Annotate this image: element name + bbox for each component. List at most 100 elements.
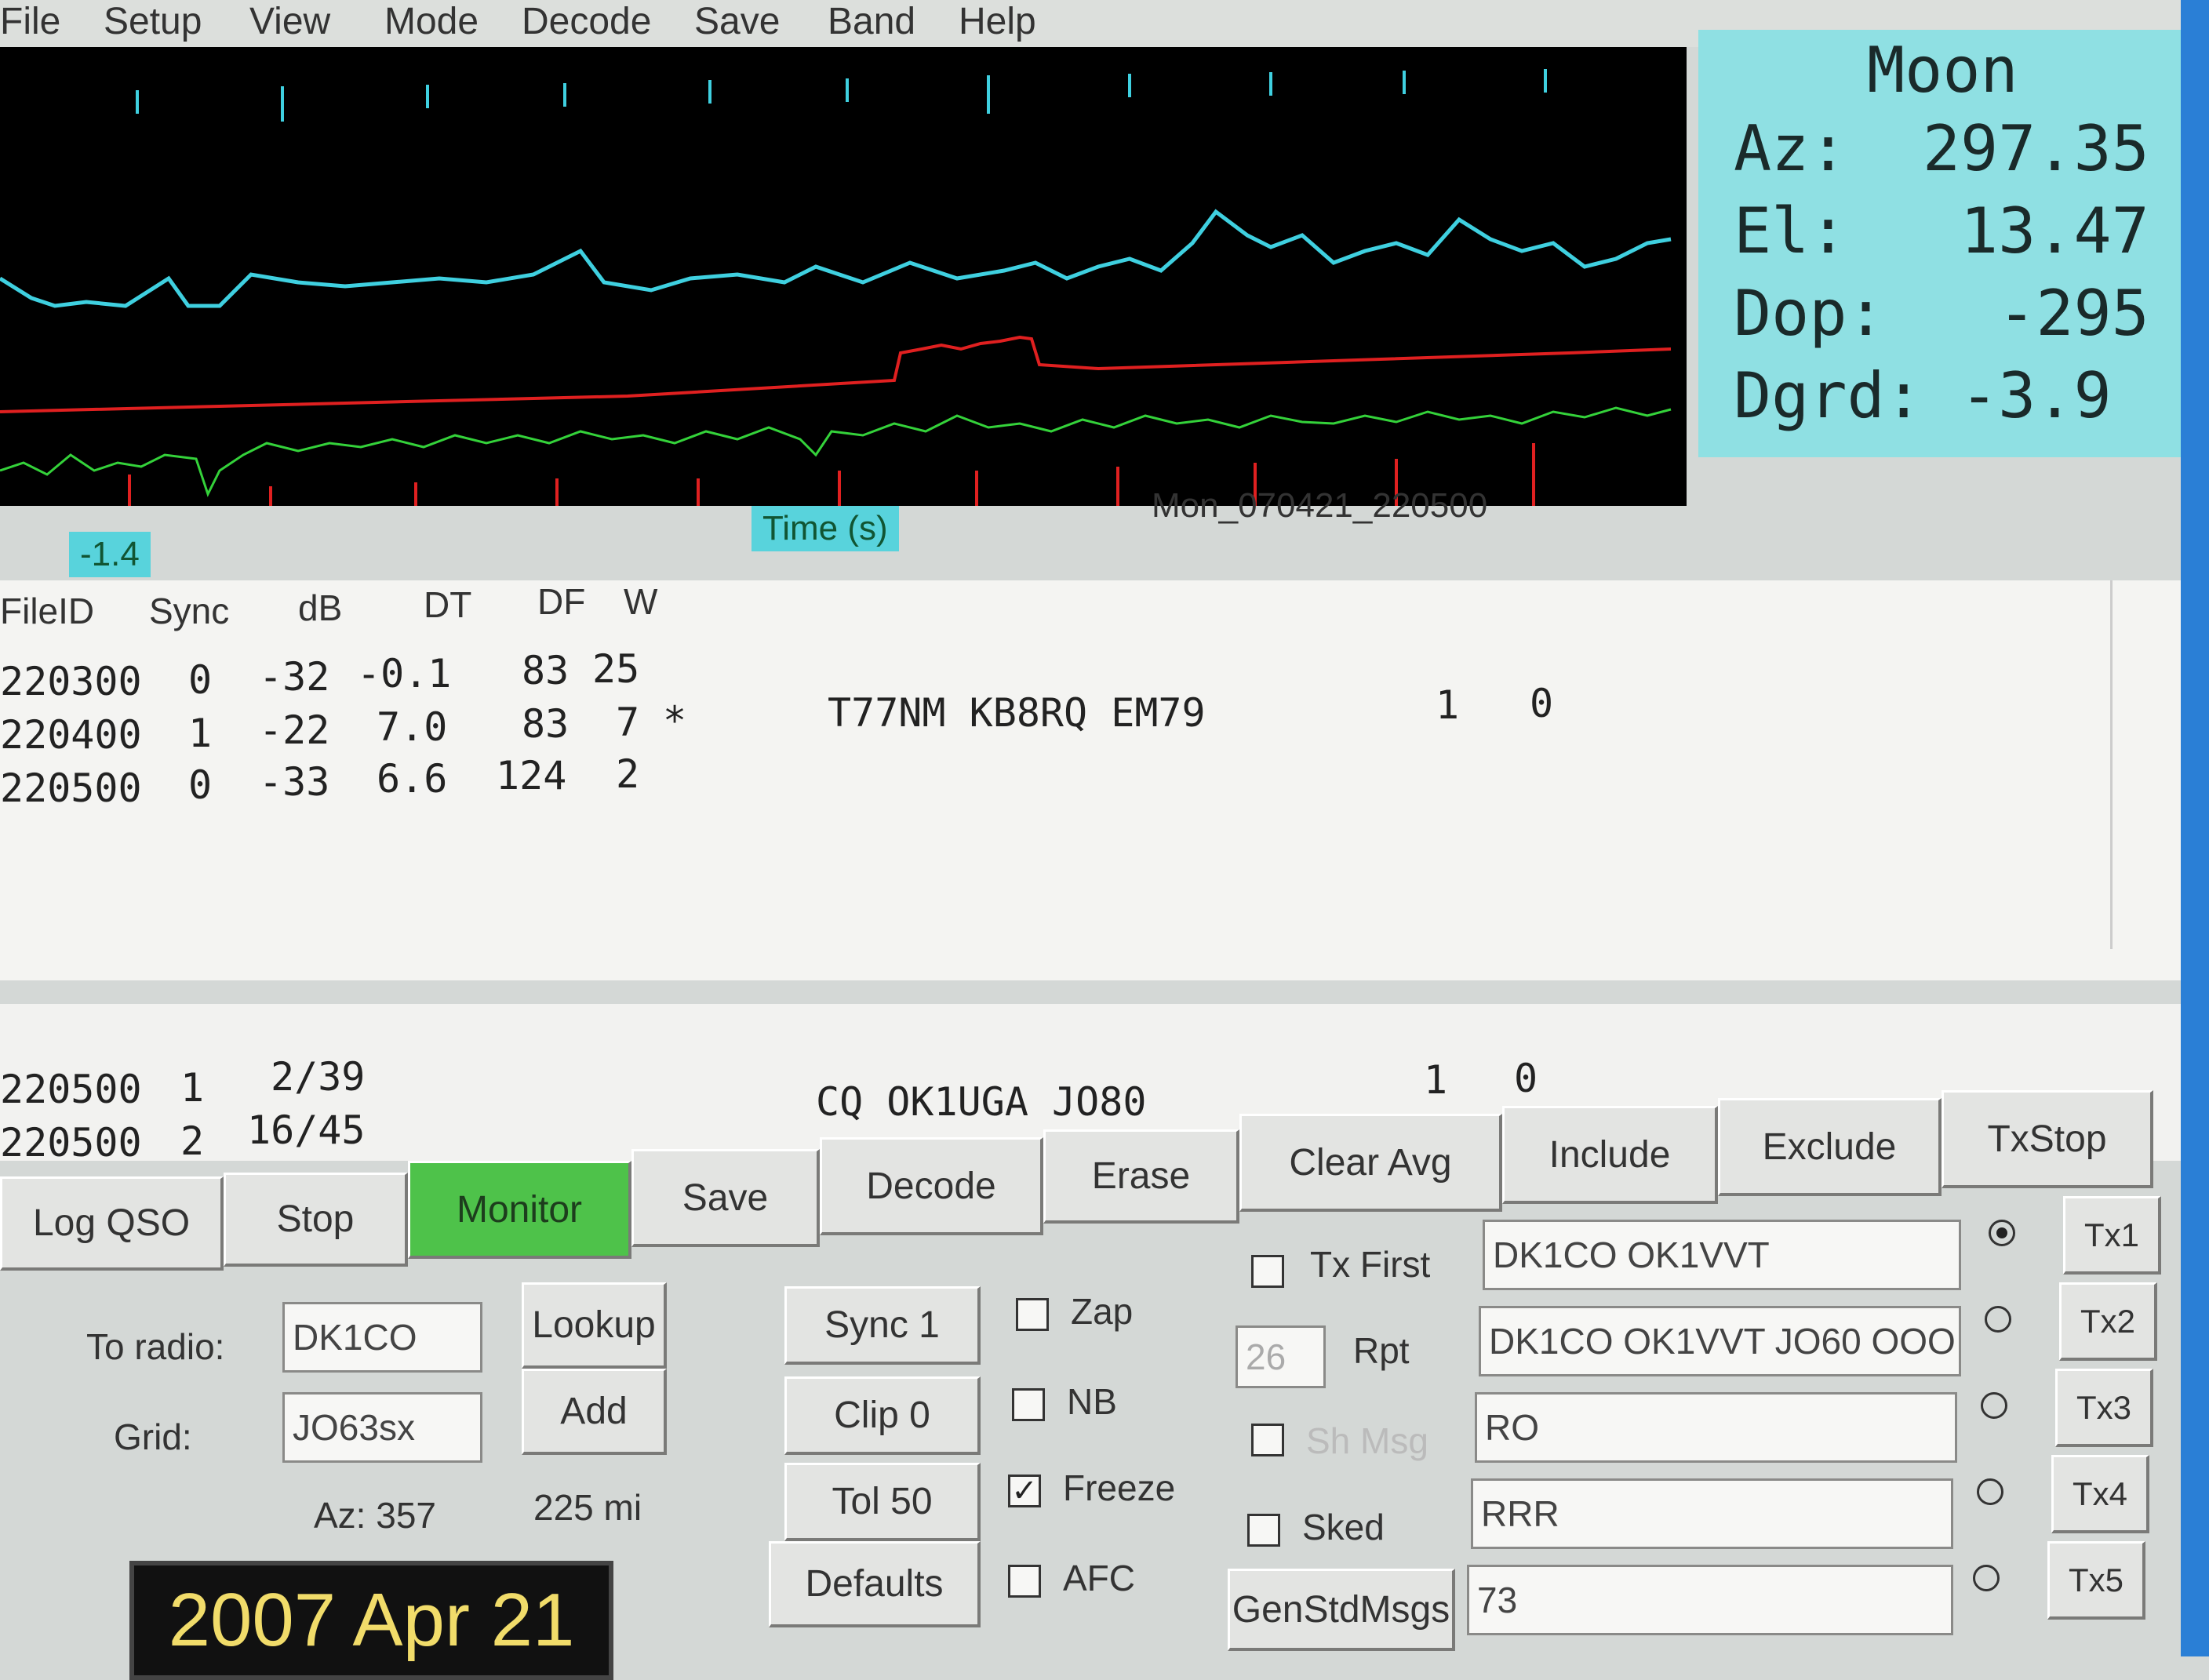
lookup-button[interactable]: Lookup <box>522 1282 667 1369</box>
sked-label: Sked <box>1302 1507 1385 1547</box>
log-qso-button[interactable]: Log QSO <box>0 1176 224 1271</box>
menu-decode[interactable]: Decode <box>522 0 651 43</box>
grid-label: Grid: <box>114 1416 192 1457</box>
zap-checkbox[interactable] <box>1016 1298 1049 1331</box>
menu-view[interactable]: View <box>249 0 330 43</box>
moon-dop: Dop: -295 <box>1734 277 2149 350</box>
clip-spinner[interactable]: Clip 0 <box>784 1376 981 1455</box>
moon-panel: Moon Az: 297.35 El: 13.47 Dop: -295 Dgrd… <box>1698 30 2189 457</box>
header-w: W <box>624 581 658 622</box>
moon-title: Moon <box>1867 34 2018 107</box>
cell-db: -33 <box>259 759 330 805</box>
tx1-button[interactable]: Tx1 <box>2063 1196 2161 1275</box>
cell-sync: 1 <box>188 711 213 756</box>
avg-fileid: 220500 <box>0 1067 142 1112</box>
rpt-label: Rpt <box>1353 1330 1410 1371</box>
cell-fileid: 220300 <box>0 659 142 704</box>
sync-spinner[interactable]: Sync 1 <box>784 1286 981 1365</box>
decoded-text-area[interactable]: FileID Sync dB DT DF W 220300 0 -32 -0.1… <box>0 580 2181 980</box>
red-trace <box>0 335 1672 413</box>
avg-b: 16/45 <box>247 1107 366 1153</box>
sh-msg-checkbox[interactable] <box>1251 1424 1284 1456</box>
scrollbar[interactable] <box>2110 580 2160 949</box>
grid-field[interactable]: JO63sx <box>282 1392 482 1463</box>
cell-w: 25 <box>592 646 640 692</box>
top-ticks <box>136 69 1547 122</box>
tx5-message-field[interactable]: 73 <box>1467 1565 1953 1635</box>
exclude-button[interactable]: Exclude <box>1718 1098 1942 1196</box>
cell-dt: 7.0 <box>377 704 448 750</box>
cell-dt: 6.6 <box>377 756 448 802</box>
avg-a: 2 <box>180 1118 205 1164</box>
signal-plot-svg <box>0 69 1672 506</box>
header-df: DF <box>537 581 586 622</box>
freeze-checkbox[interactable]: ✓ <box>1008 1475 1041 1507</box>
sh-msg-label: Sh Msg <box>1306 1420 1428 1461</box>
stop-button[interactable]: Stop <box>224 1173 408 1267</box>
add-button[interactable]: Add <box>522 1369 667 1455</box>
green-trace <box>0 406 1672 497</box>
tx1-message-field[interactable]: DK1CO OK1VVT <box>1483 1220 1961 1290</box>
rpt-field[interactable]: 26 <box>1236 1325 1326 1388</box>
avg-n1: 1 <box>1424 1057 1448 1103</box>
menu-mode[interactable]: Mode <box>384 0 479 43</box>
header-sync: Sync <box>149 591 230 631</box>
afc-label: AFC <box>1063 1558 1135 1598</box>
cell-message: T77NM KB8RQ EM79 <box>828 690 1206 736</box>
tx2-radio[interactable] <box>1985 1306 2011 1333</box>
tx4-radio[interactable] <box>1977 1478 2003 1505</box>
tx5-button[interactable]: Tx5 <box>2047 1541 2145 1620</box>
tx1-radio[interactable] <box>1989 1220 2015 1246</box>
moon-az: Az: 297.35 <box>1734 112 2149 185</box>
avg-n2: 0 <box>1514 1056 1538 1101</box>
cell-dt: -0.1 <box>357 651 452 696</box>
header-fileid: FileID <box>0 591 95 631</box>
tol-spinner[interactable]: Tol 50 <box>784 1463 981 1541</box>
menu-band[interactable]: Band <box>828 0 915 43</box>
afc-checkbox[interactable] <box>1008 1565 1041 1598</box>
tx2-button[interactable]: Tx2 <box>2059 1282 2157 1361</box>
tx4-button[interactable]: Tx4 <box>2051 1455 2149 1533</box>
header-db: dB <box>298 587 343 628</box>
menu-setup[interactable]: Setup <box>104 0 202 43</box>
menu-file[interactable]: File <box>0 0 60 43</box>
tx5-radio[interactable] <box>1973 1565 2000 1591</box>
date-display: 2007 Apr 21 <box>129 1561 613 1680</box>
cyan-trace <box>0 209 1672 308</box>
tx3-button[interactable]: Tx3 <box>2055 1369 2153 1447</box>
save-button[interactable]: Save <box>631 1149 820 1247</box>
tx4-message-field[interactable]: RRR <box>1471 1478 1953 1549</box>
gen-std-msgs-button[interactable]: GenStdMsgs <box>1228 1569 1455 1651</box>
dt-value: -1.4 <box>69 532 151 577</box>
defaults-button[interactable]: Defaults <box>769 1541 981 1627</box>
desktop-edge <box>2181 0 2209 1656</box>
zap-label: Zap <box>1071 1291 1134 1332</box>
txstop-button[interactable]: TxStop <box>1942 1090 2153 1188</box>
moon-el: El: 13.47 <box>1734 195 2149 267</box>
menu-help[interactable]: Help <box>959 0 1036 43</box>
cell-df: 124 <box>496 753 567 798</box>
nb-checkbox[interactable] <box>1012 1388 1045 1421</box>
signal-plot[interactable] <box>0 47 1687 506</box>
tx3-message-field[interactable]: RO <box>1475 1392 1957 1463</box>
tx2-message-field[interactable]: DK1CO OK1VVT JO60 OOO <box>1479 1306 1961 1376</box>
decode-button[interactable]: Decode <box>820 1137 1043 1235</box>
tx3-radio[interactable] <box>1981 1392 2007 1419</box>
file-name: Mon_070421_220500 <box>1152 486 1488 525</box>
monitor-button[interactable]: Monitor <box>408 1161 631 1259</box>
freeze-label: Freeze <box>1063 1467 1176 1508</box>
erase-button[interactable]: Erase <box>1043 1129 1239 1224</box>
to-radio-field[interactable]: DK1CO <box>282 1302 482 1373</box>
clear-avg-button[interactable]: Clear Avg <box>1239 1114 1502 1212</box>
cell-df: 83 <box>522 648 570 693</box>
tx-first-checkbox[interactable] <box>1251 1255 1284 1288</box>
cell-sync: 0 <box>188 762 213 808</box>
tx-first-label: Tx First <box>1310 1244 1431 1285</box>
sked-checkbox[interactable] <box>1247 1514 1280 1547</box>
menu-save[interactable]: Save <box>694 0 780 43</box>
include-button[interactable]: Include <box>1502 1106 1718 1204</box>
moon-dgrd: Dgrd: -3.9 <box>1734 359 2112 432</box>
nb-label: NB <box>1067 1381 1117 1422</box>
avg-a: 1 <box>180 1065 205 1111</box>
avg-b: 2/39 <box>271 1054 366 1100</box>
